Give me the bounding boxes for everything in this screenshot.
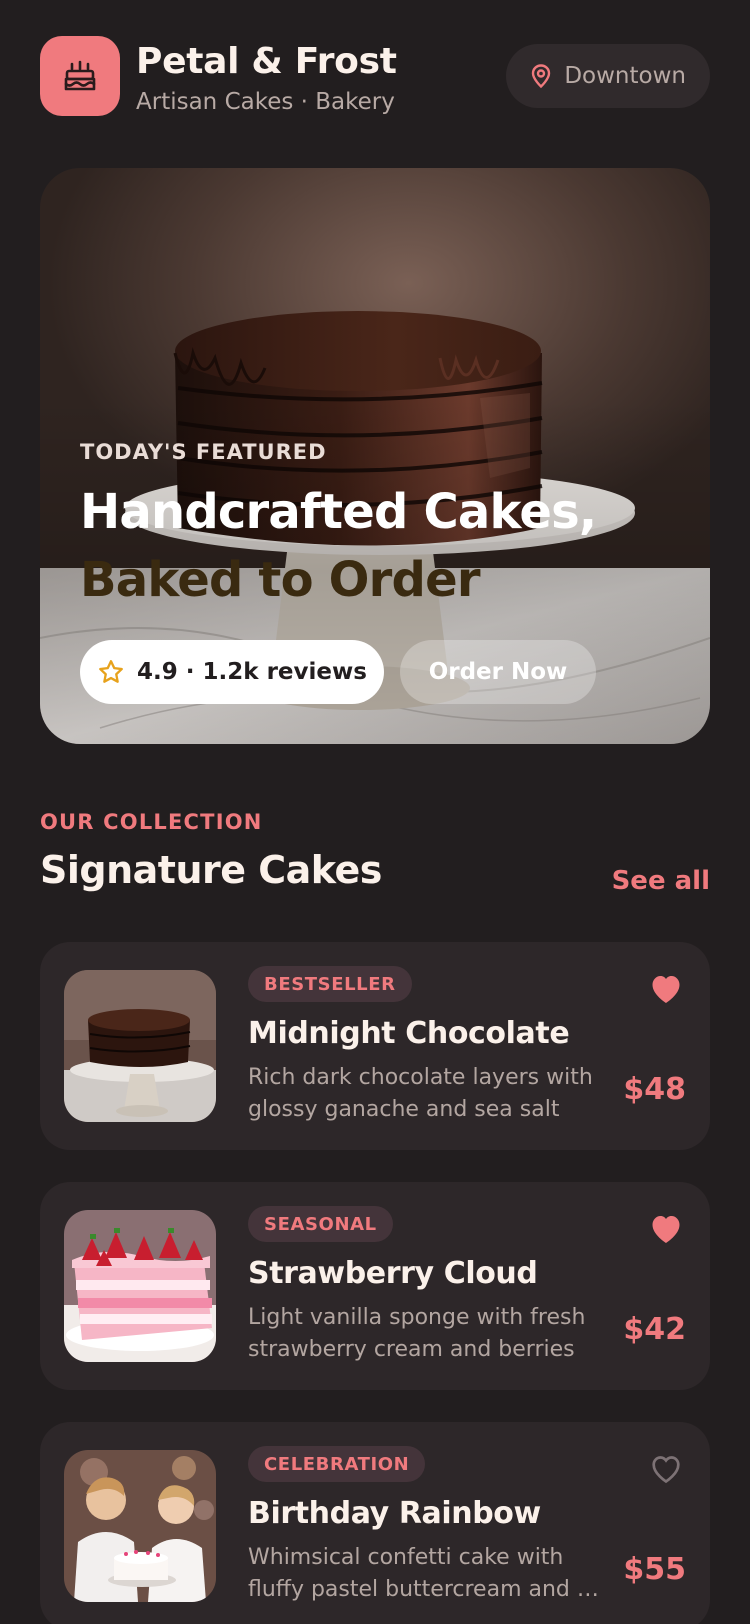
map-pin-icon [532, 64, 551, 89]
cake-card[interactable]: SEASONAL Strawberry Cloud Light vanilla … [40, 1182, 710, 1390]
cake-name: Strawberry Cloud [248, 1256, 538, 1291]
brand-subtitle: Artisan Cakes · Bakery [136, 89, 395, 115]
brand-name: Petal & Frost [136, 41, 397, 82]
cake-thumbnail [64, 970, 216, 1122]
cake-badge: CELEBRATION [248, 1446, 426, 1482]
brand-logo [40, 36, 120, 116]
star-icon [99, 660, 123, 683]
cake-thumbnail [64, 1450, 216, 1602]
cake-badge: BESTSELLER [248, 966, 412, 1002]
location-selector[interactable]: Downtown [506, 44, 710, 108]
cake-description-line-1: Rich dark chocolate layers with [248, 1065, 593, 1090]
cake-price: $42 [623, 1312, 686, 1347]
cake-icon [64, 60, 96, 91]
cake-badge: SEASONAL [248, 1206, 393, 1242]
cake-description-line-1: Light vanilla sponge with fresh [248, 1305, 586, 1330]
heart-icon [652, 1216, 680, 1243]
cake-name: Midnight Chocolate [248, 1016, 570, 1051]
app-header: Petal & Frost Artisan Cakes · Bakery Dow… [40, 36, 710, 116]
favorite-button[interactable] [646, 1208, 686, 1248]
rating-pill[interactable]: 4.9 · 1.2k reviews [80, 640, 384, 704]
order-now-button[interactable]: Order Now [400, 640, 596, 704]
cake-price: $48 [623, 1072, 686, 1107]
favorite-button[interactable] [646, 968, 686, 1008]
section-kicker: OUR COLLECTION [40, 810, 263, 834]
location-label: Downtown [564, 63, 686, 89]
brand-block: Petal & Frost Artisan Cakes · Bakery [136, 40, 397, 118]
see-all-link[interactable]: See all [612, 866, 710, 896]
section-title: Signature Cakes [40, 848, 382, 892]
hero-title-line-1: Handcrafted Cakes, [80, 484, 597, 540]
cake-price: $55 [623, 1552, 686, 1587]
heart-icon [652, 976, 680, 1003]
cake-description-line-2: glossy ganache and sea salt [248, 1097, 560, 1122]
hero-title-line-2: Baked to Order [80, 552, 481, 608]
hero-kicker: TODAY'S FEATURED [80, 440, 327, 464]
heart-icon [652, 1456, 680, 1484]
cake-card[interactable]: CELEBRATION Birthday Rainbow Whimsical c… [40, 1422, 710, 1624]
cake-description-line-2: fluffy pastel buttercream and … [248, 1577, 599, 1602]
cake-card[interactable]: BESTSELLER Midnight Chocolate Rich dark … [40, 942, 710, 1150]
cake-description-line-1: Whimsical confetti cake with [248, 1545, 564, 1570]
rating-text: 4.9 · 1.2k reviews [137, 659, 367, 685]
cake-description: Whimsical confetti cake with fluffy past… [248, 1542, 608, 1606]
cake-name: Birthday Rainbow [248, 1496, 541, 1531]
cake-description: Rich dark chocolate layers with glossy g… [248, 1062, 608, 1126]
cake-thumbnail [64, 1210, 216, 1362]
featured-hero-card[interactable]: TODAY'S FEATURED Handcrafted Cakes, Bake… [40, 168, 710, 744]
cake-description: Light vanilla sponge with fresh strawber… [248, 1302, 608, 1366]
hero-title: Handcrafted Cakes, Baked to Order [80, 478, 680, 614]
favorite-button[interactable] [646, 1448, 686, 1488]
cake-description-line-2: strawberry cream and berries [248, 1337, 575, 1362]
